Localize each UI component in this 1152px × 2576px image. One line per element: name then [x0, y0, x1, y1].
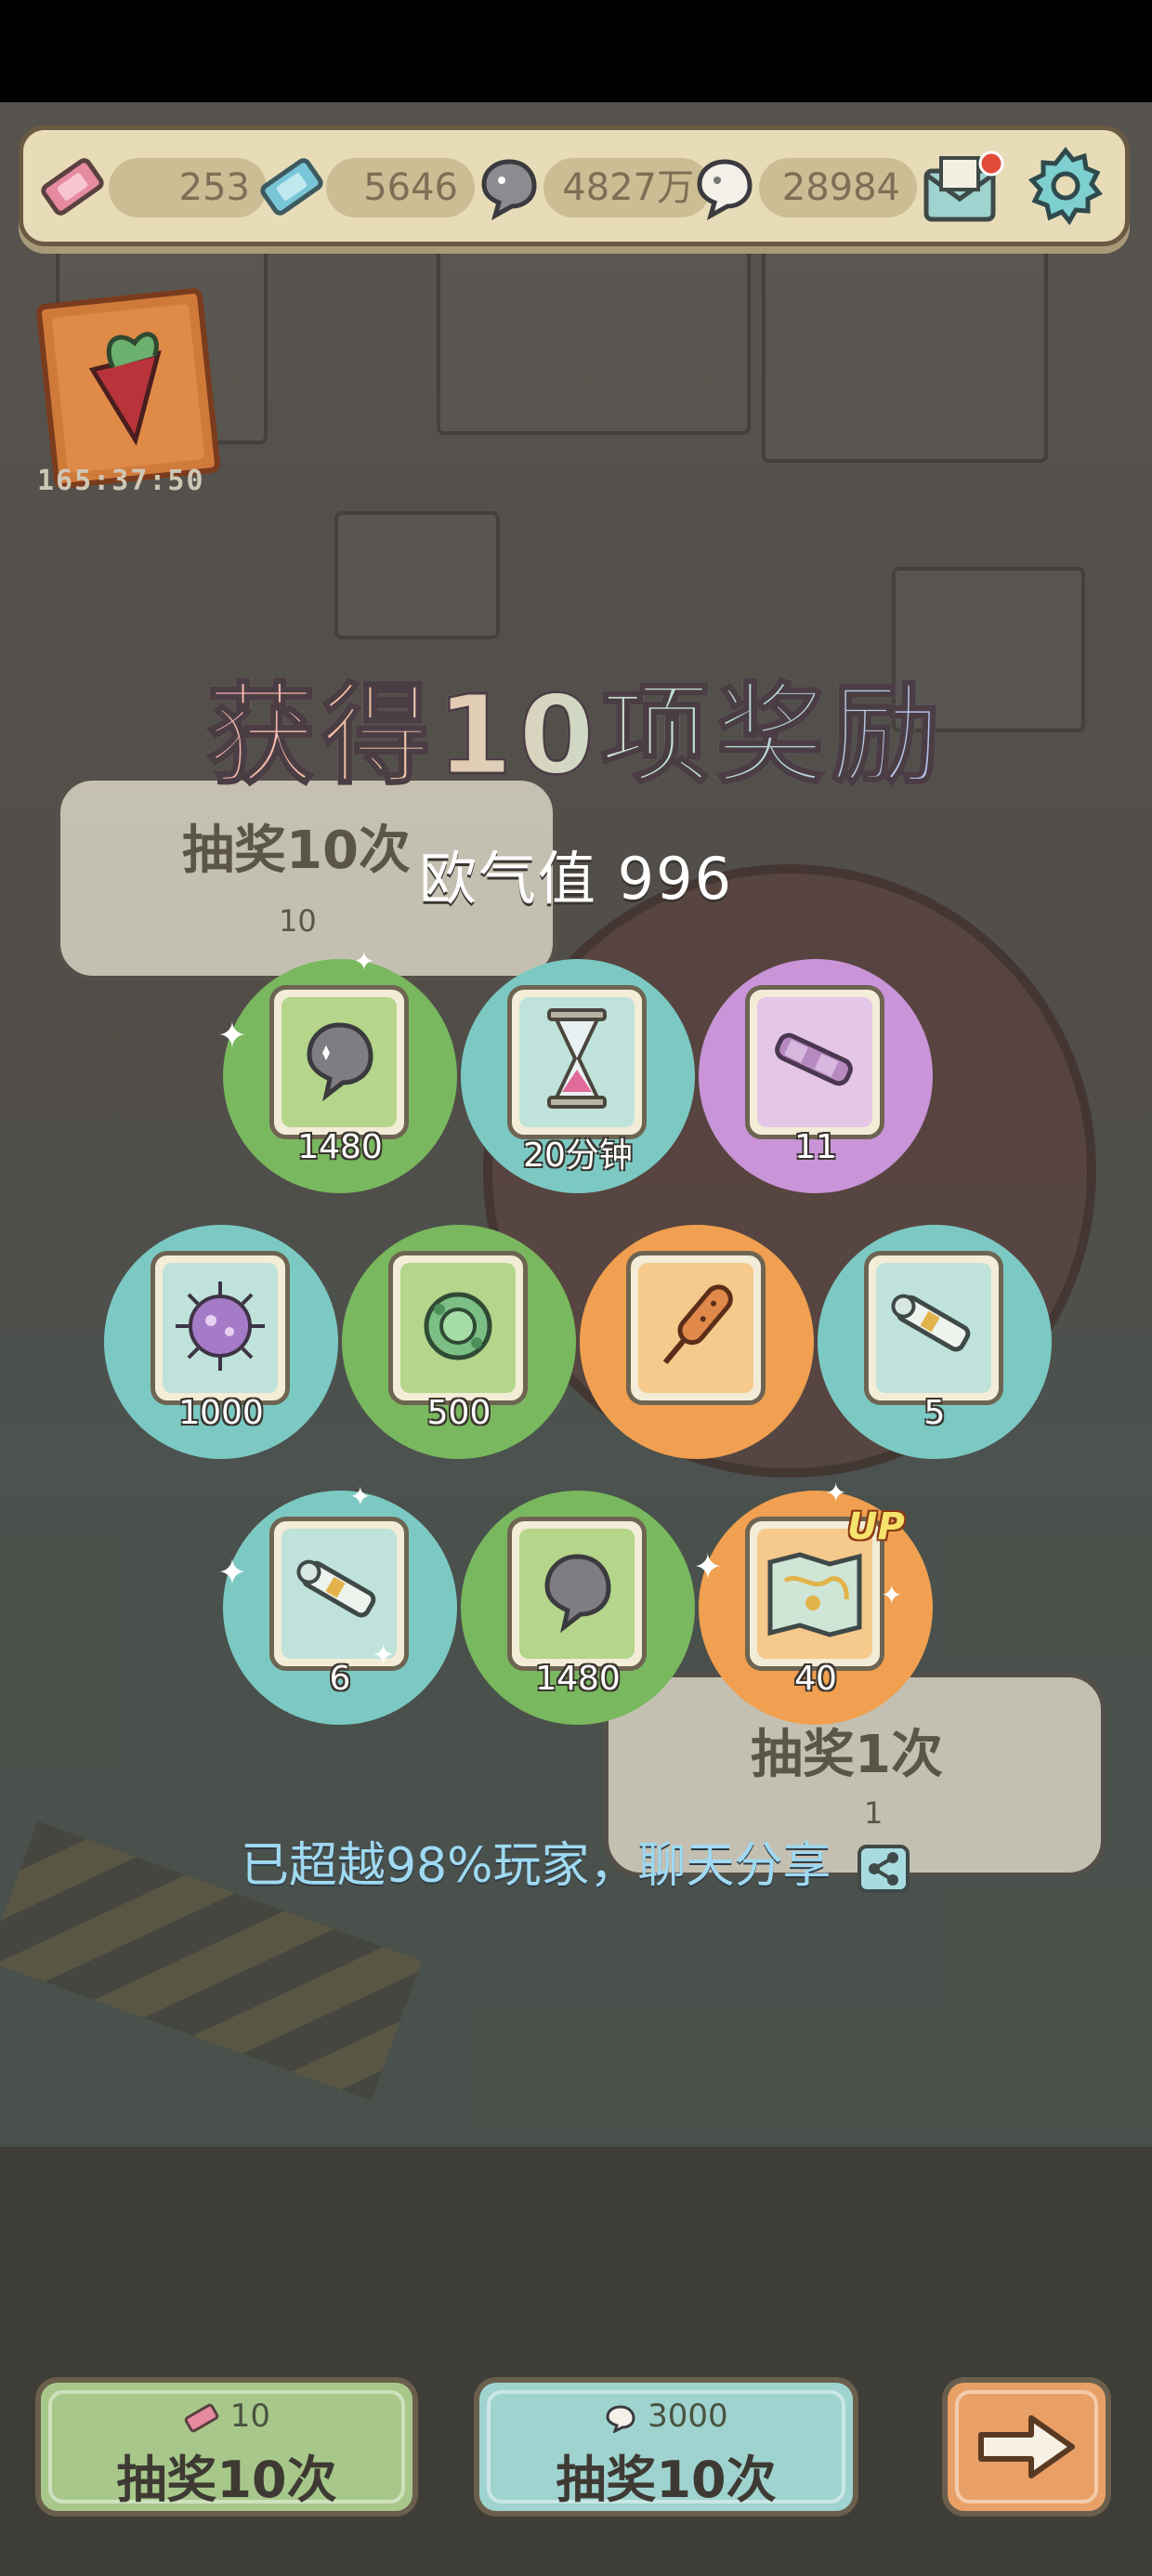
draw10-ticket-button[interactable]: 10 抽奖10次: [35, 2377, 418, 2517]
bg-draw1-label: 抽奖1次: [751, 1725, 943, 1785]
reward-qty: 40: [794, 1660, 837, 1698]
scroll-purple-icon: [775, 1032, 853, 1086]
mail-icon[interactable]: [917, 143, 1006, 232]
event-icon: [52, 304, 204, 473]
draw10-ticket-label: 抽奖10次: [116, 2451, 337, 2509]
ticket-icon: [36, 151, 109, 223]
blue-ticket-icon: [255, 151, 328, 223]
reward-item[interactable]: 5: [818, 1225, 1052, 1459]
light-soul-icon: [688, 151, 761, 223]
reward-qty: 11: [794, 1128, 837, 1166]
corn-dog-icon: [662, 1284, 733, 1365]
ticket-icon: [184, 2403, 219, 2432]
resource-bar: 253 5646 4827万 28984: [19, 125, 1130, 246]
next-button[interactable]: [942, 2377, 1111, 2517]
event-timer: 165:37:50: [37, 465, 205, 497]
draw10-ticket-cost: 10: [41, 2398, 412, 2435]
green-blob-icon: [424, 1292, 492, 1360]
reward-item[interactable]: 11: [699, 959, 933, 1193]
light-soul-icon: [606, 2404, 635, 2434]
reward-item[interactable]: 20分钟: [461, 959, 695, 1193]
draw10-soul-cost: 3000: [479, 2398, 853, 2435]
share-row[interactable]: 已超越98%玩家，聊天分享: [0, 1826, 1152, 1896]
event-card[interactable]: [35, 287, 221, 490]
blue-ticket-count: 5646: [326, 158, 475, 217]
dark-soul-count: 4827万: [543, 158, 711, 217]
scroll-icon: [891, 1294, 971, 1352]
reward-item[interactable]: 40 UP ✦ ✦ ✦: [693, 1478, 933, 1725]
reward-qty: 6: [329, 1660, 351, 1698]
reward-qty: 20分钟: [523, 1137, 633, 1175]
share-text: 已超越98%玩家，聊天分享: [240, 1838, 831, 1894]
purple-blob-icon: [176, 1281, 265, 1371]
scroll-icon: [296, 1559, 376, 1618]
light-soul-count: 28984: [759, 158, 917, 217]
share-icon[interactable]: [856, 1843, 911, 1895]
ticket-count: 253: [109, 158, 267, 217]
gear-icon[interactable]: [1021, 143, 1110, 232]
reward-item[interactable]: [580, 1225, 814, 1459]
reward-qty: 1000: [178, 1394, 264, 1432]
soul-icon: [544, 1554, 611, 1634]
arrow-right-icon: [978, 2415, 1075, 2478]
draw10-soul-label: 抽奖10次: [556, 2451, 777, 2509]
status-bar: [0, 0, 1152, 102]
reward-qty: 1480: [535, 1660, 621, 1698]
reward-qty: 1480: [297, 1128, 383, 1166]
reward-item[interactable]: 6 ✦ ✦ ✦: [217, 1481, 457, 1725]
dark-soul-icon: [473, 151, 545, 223]
draw10-soul-button[interactable]: 3000 抽奖10次: [474, 2377, 858, 2517]
reward-title: 获得10项奖励: [0, 646, 1152, 805]
reward-item[interactable]: 1480 ✦ ✦: [217, 946, 457, 1193]
reward-qty: 500: [426, 1394, 491, 1432]
reward-item[interactable]: 500: [342, 1225, 576, 1459]
reward-item[interactable]: 1480: [461, 1491, 695, 1725]
up-badge: UP: [847, 1505, 905, 1548]
reward-qty: 5: [923, 1394, 946, 1432]
soul-icon: [307, 1022, 373, 1102]
hourglass-icon: [547, 1008, 607, 1109]
reward-item[interactable]: 1000: [104, 1225, 338, 1459]
map-icon: [767, 1552, 862, 1637]
luck-value: 欧气值 996: [418, 845, 734, 913]
